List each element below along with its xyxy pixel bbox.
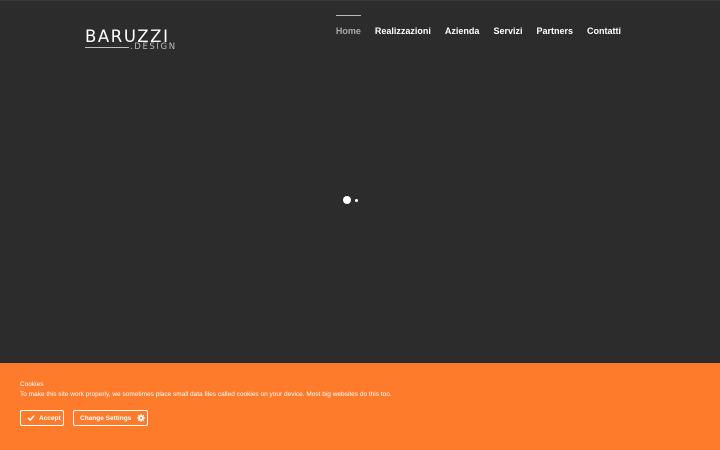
check-icon	[27, 415, 35, 421]
nav-item-contatti[interactable]: Contatti	[587, 15, 621, 36]
loader-dot-large	[343, 196, 351, 204]
loader-dot-small	[355, 199, 358, 202]
nav-item-azienda[interactable]: Azienda	[445, 15, 480, 36]
nav-item-realizzazioni[interactable]: Realizzazioni	[375, 15, 431, 36]
nav-item-partners[interactable]: Partners	[536, 15, 573, 36]
cookie-banner: Cookies To make this site work properly,…	[0, 363, 720, 450]
accept-cookies-button[interactable]: Accept	[20, 410, 64, 426]
logo-rule	[85, 47, 129, 48]
nav-item-home[interactable]: Home	[335, 15, 361, 36]
page: BARUZZI .DESIGN Home Realizzazioni Azien…	[0, 0, 720, 450]
nav-item-servizi[interactable]: Servizi	[493, 15, 522, 36]
site-logo[interactable]: BARUZZI .DESIGN	[85, 28, 187, 54]
accept-label: Accept	[39, 414, 61, 422]
top-border	[0, 0, 720, 1]
change-settings-label: Change Settings	[80, 414, 132, 422]
logo-subtitle: .DESIGN	[130, 42, 177, 52]
loading-indicator	[343, 196, 363, 205]
gear-icon	[137, 414, 146, 422]
change-settings-button[interactable]: Change Settings	[73, 410, 148, 426]
cookie-title: Cookies	[20, 381, 44, 388]
main-nav: Home Realizzazioni Azienda Servizi Partn…	[335, 15, 621, 45]
cookie-message: To make this site work properly, we some…	[20, 391, 392, 398]
